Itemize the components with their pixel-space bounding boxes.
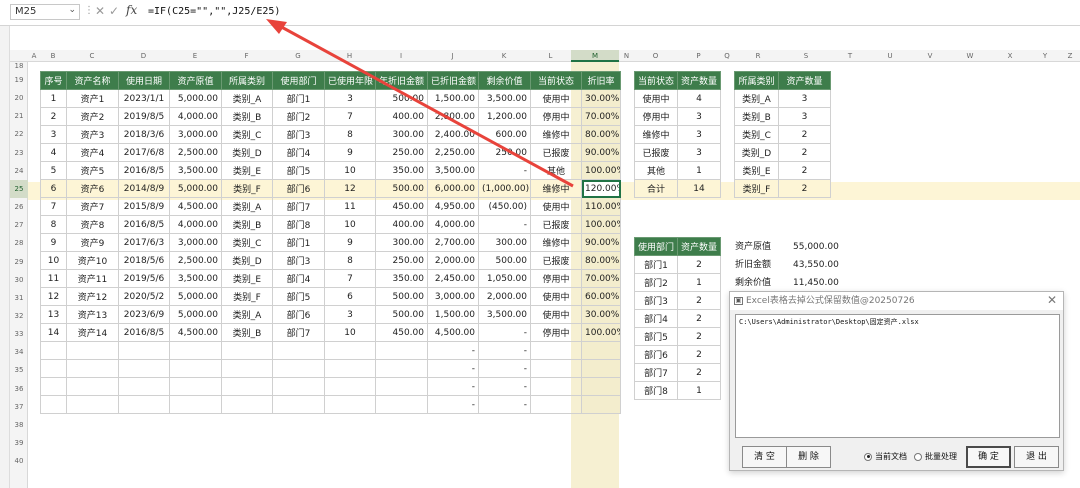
radio-batch[interactable]: 批量处理 xyxy=(914,452,957,462)
radio-selected-icon[interactable] xyxy=(864,452,872,461)
close-icon[interactable]: ✕ xyxy=(1047,293,1057,307)
dialog-title: Excel表格去掉公式保留数值@20250726 xyxy=(730,292,1063,310)
exit-button[interactable]: 退 出 xyxy=(1014,446,1059,468)
tool-dialog: Excel表格去掉公式保留数值@20250726 ▣ ✕ C:\Users\Ad… xyxy=(729,291,1064,471)
clear-button[interactable]: 清 空 xyxy=(742,446,787,468)
radio-batch-label: 批量处理 xyxy=(925,452,957,461)
arrow-head xyxy=(266,19,287,34)
radio-current-label: 当前文档 xyxy=(875,452,907,461)
delete-button[interactable]: 删 除 xyxy=(786,446,831,468)
app-icon: ▣ xyxy=(734,297,743,305)
spreadsheet-window: M25 ⌄ ⋮ ✕ ✓ fx =IF(C25="","",J25/E25) ABC… xyxy=(0,0,1080,488)
ok-button[interactable]: 确 定 xyxy=(966,446,1011,468)
file-path-textarea[interactable]: C:\Users\Administrator\Desktop\固定资产.xlsx xyxy=(735,314,1060,438)
radio-current-doc[interactable]: 当前文档 xyxy=(864,452,907,462)
radio-empty-icon[interactable] xyxy=(914,452,922,461)
arrow-line xyxy=(275,22,574,188)
